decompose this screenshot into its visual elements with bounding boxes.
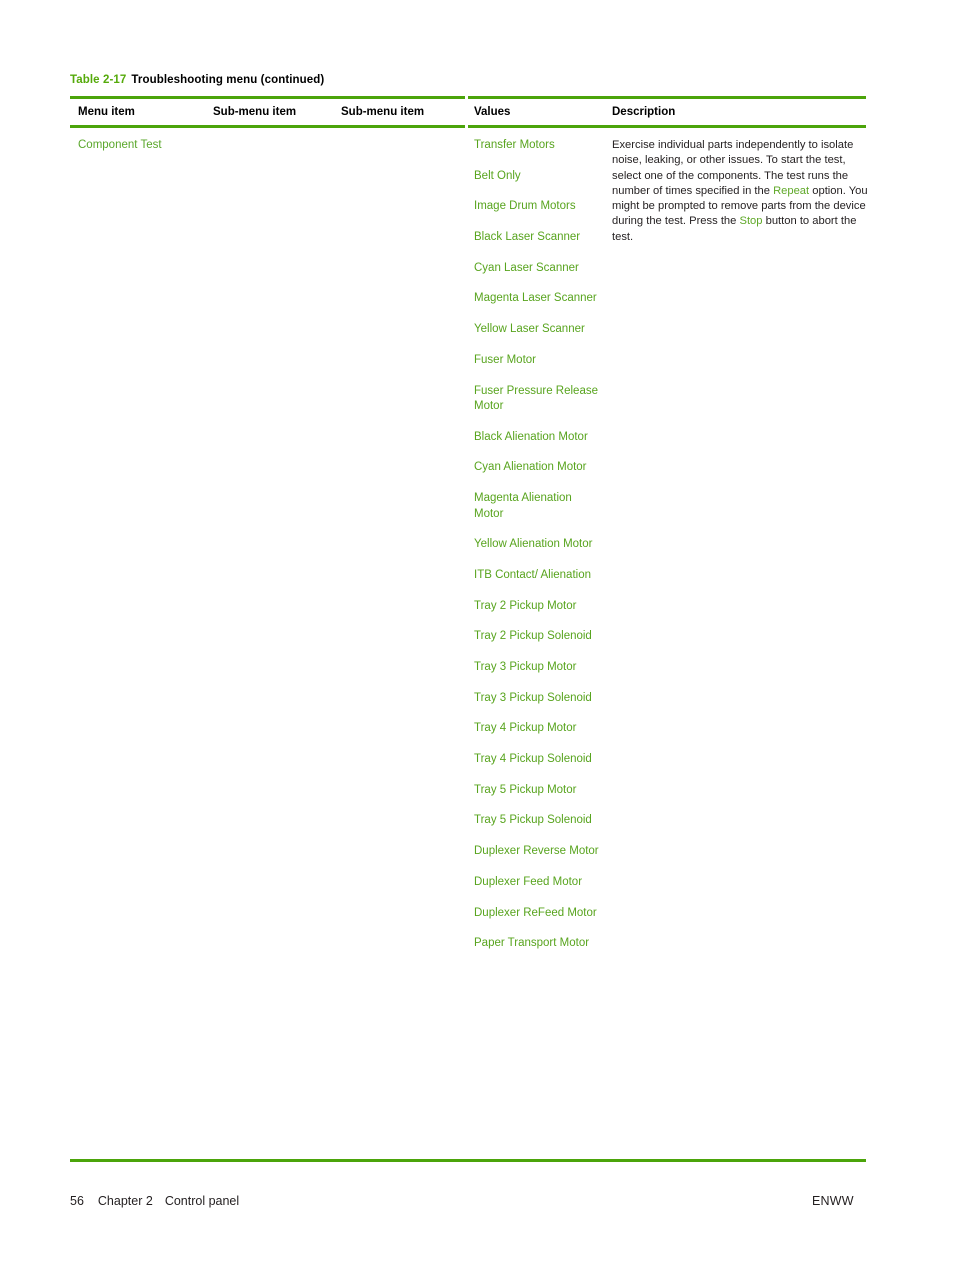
value-item: Yellow Alienation Motor bbox=[474, 538, 593, 551]
value-item: Tray 5 Pickup Motor bbox=[474, 783, 577, 796]
table-caption: Table 2-17 Troubleshooting menu (continue… bbox=[70, 74, 324, 86]
table-header-rule-notch bbox=[465, 125, 468, 128]
column-header-sub-menu-item-2: Sub-menu item bbox=[341, 106, 425, 118]
column-header-description: Description bbox=[612, 106, 676, 118]
value-item: Paper Transport Motor bbox=[474, 937, 590, 950]
table-caption-number: Table 2-17 bbox=[70, 74, 127, 86]
value-item: ITB Contact/ Alienation bbox=[474, 568, 591, 581]
table-cell-values: Transfer Motors Belt Only Image Drum Motor… bbox=[474, 138, 600, 952]
column-header-values: Values bbox=[474, 106, 511, 118]
table-cell-menu-item: Component Test bbox=[78, 139, 162, 151]
table-bottom-rule bbox=[70, 1159, 866, 1162]
value-item: Black Laser Scanner bbox=[474, 231, 581, 244]
column-header-menu-item: Menu item bbox=[78, 106, 135, 118]
description-keyword-repeat: Repeat bbox=[773, 184, 810, 197]
value-item: Belt Only bbox=[474, 169, 521, 182]
value-item: Tray 5 Pickup Solenoid bbox=[474, 814, 592, 827]
footer-left: 56 Chapter 2 Control panel bbox=[70, 1194, 239, 1208]
value-item: Image Drum Motors bbox=[474, 200, 576, 213]
document-page: Table 2-17 Troubleshooting menu (continue… bbox=[0, 0, 954, 1270]
description-keyword-stop: Stop bbox=[739, 215, 763, 228]
value-item: Transfer Motors bbox=[474, 139, 555, 151]
value-item: Cyan Laser Scanner bbox=[474, 261, 579, 274]
table-caption-title: Troubleshooting menu (continued) bbox=[131, 74, 325, 86]
value-item: Tray 2 Pickup Solenoid bbox=[474, 630, 592, 643]
value-item: Magenta Laser Scanner bbox=[474, 292, 597, 305]
value-item: Tray 2 Pickup Motor bbox=[474, 599, 577, 612]
footer-section: Control panel bbox=[164, 1194, 240, 1208]
column-header-sub-menu-item-1: Sub-menu item bbox=[213, 106, 297, 118]
table-cell-description: Exercise individual parts independently … bbox=[612, 138, 870, 245]
value-item: Black Alienation Motor bbox=[474, 430, 588, 443]
footer-chapter: Chapter 2 bbox=[97, 1194, 153, 1208]
value-item: Magenta Alienation Motor bbox=[474, 492, 572, 520]
footer-page-number: 56 bbox=[70, 1194, 84, 1208]
value-item: Tray 3 Pickup Motor bbox=[474, 661, 577, 673]
value-item: Duplexer Feed Motor bbox=[474, 875, 583, 888]
value-item: Duplexer Reverse Motor bbox=[474, 845, 599, 858]
table-top-rule bbox=[70, 96, 866, 99]
value-item: Tray 4 Pickup Solenoid bbox=[474, 753, 592, 766]
value-item: Duplexer ReFeed Motor bbox=[474, 906, 597, 919]
value-item: Fuser Motor bbox=[474, 353, 536, 366]
table-top-rule-notch bbox=[465, 96, 468, 99]
value-item: Cyan Alienation Motor bbox=[474, 461, 587, 474]
value-item: Yellow Laser Scanner bbox=[474, 323, 585, 336]
footer-locale: ENWW bbox=[812, 1194, 854, 1208]
value-item: Tray 3 Pickup Solenoid bbox=[474, 691, 592, 704]
value-item: Tray 4 Pickup Motor bbox=[474, 722, 577, 735]
value-item: Fuser Pressure Release Motor bbox=[474, 384, 598, 413]
table-header-rule bbox=[70, 125, 866, 128]
